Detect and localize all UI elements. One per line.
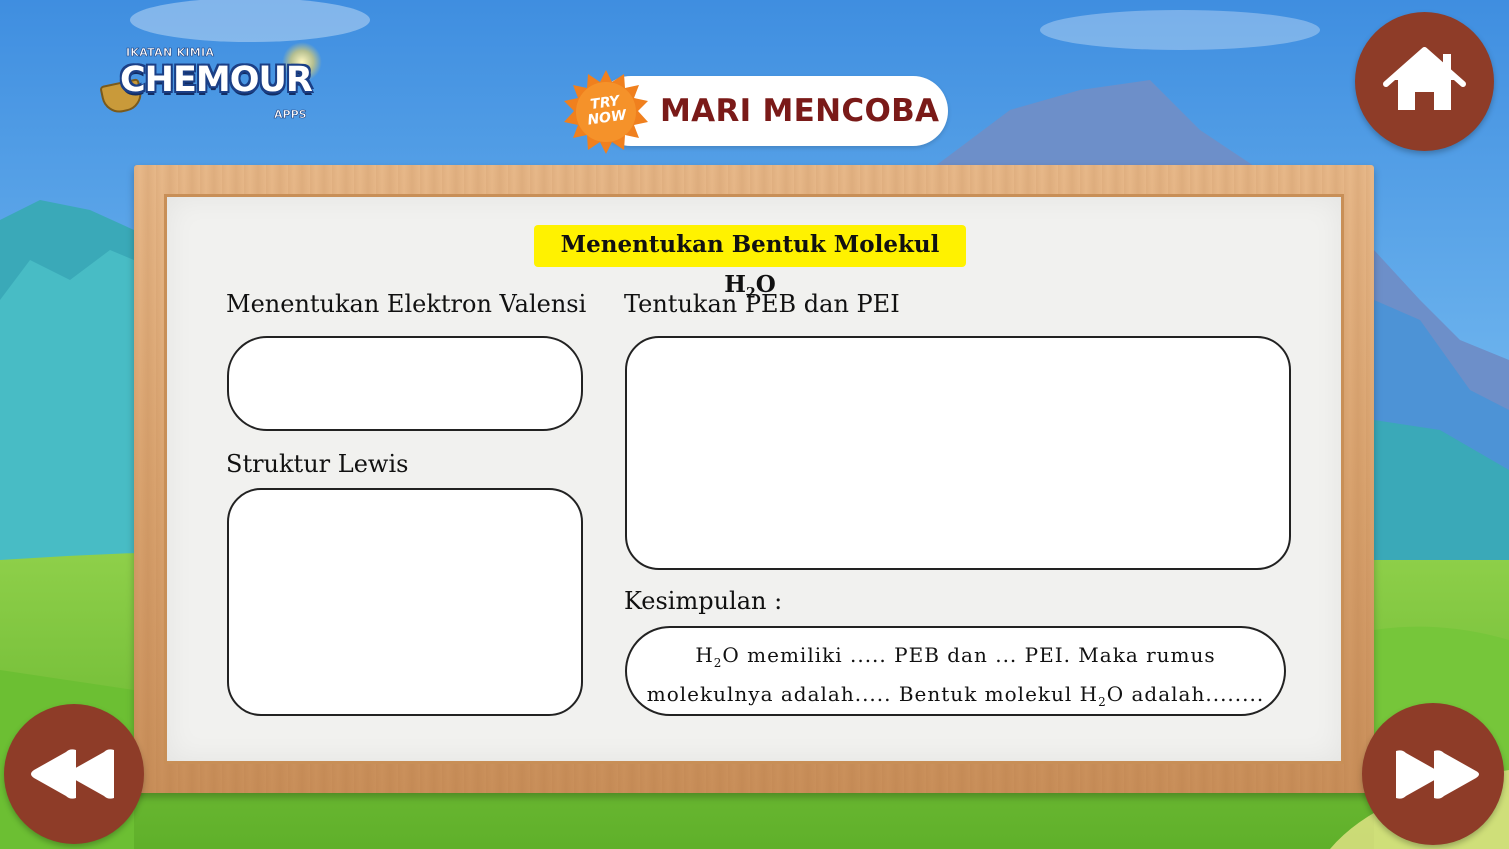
rewind-icon <box>31 749 114 799</box>
kes-line2-suffix: O adalah........ <box>1106 682 1265 706</box>
chemour-logo: IKATAN KIMIA CHEMOUR APPS <box>92 36 342 126</box>
kes-line2-prefix: molekulnya adalah..... Bentuk molekul H <box>646 682 1099 706</box>
next-button[interactable] <box>1362 703 1504 845</box>
activity-heading: Menentukan Bentuk Molekul H2O <box>534 225 966 302</box>
kes-line2-sub: 2 <box>1098 695 1107 709</box>
fast-forward-icon <box>1396 750 1479 799</box>
logo-tagline: IKATAN KIMIA <box>126 46 215 60</box>
previous-button[interactable] <box>4 704 144 844</box>
logo-sub: APPS <box>274 108 307 122</box>
activity-heading-text: Menentukan Bentuk Molekul H2O <box>534 225 966 302</box>
peb-pei-label: Tentukan PEB dan PEI <box>624 290 900 318</box>
home-button[interactable] <box>1355 12 1494 151</box>
kesimpulan-line-2: molekulnya adalah..... Bentuk molekul H2… <box>627 679 1284 718</box>
try-now-badge: TRY NOW <box>562 68 650 156</box>
kesimpulan-label: Kesimpulan : <box>624 587 783 615</box>
kesimpulan-text: H 2 O memiliki ..... PEB dan ... PEI. Maka… <box>627 640 1284 718</box>
page-title: MARI MENCOBA <box>660 93 940 129</box>
kesimpulan-line-1: H2O memiliki ..... PEB dan ... PEI. Maka… <box>627 640 1284 679</box>
lewis-label: Struktur Lewis <box>226 450 409 478</box>
lewis-answer-box[interactable] <box>227 488 583 716</box>
home-icon <box>1383 47 1466 110</box>
logo-name: CHEMOUR <box>120 60 313 100</box>
kesimpulan-box[interactable]: H 2 O memiliki ..... PEB dan ... PEI. Maka… <box>625 626 1286 716</box>
kes-line1-suffix: O memiliki ..... PEB dan ... PEI. Maka r… <box>722 643 1216 667</box>
valensi-answer-box[interactable] <box>227 336 583 431</box>
kes-line1-prefix: H <box>695 643 714 667</box>
valensi-label: Menentukan Elektron Valensi <box>226 290 587 318</box>
peb-pei-answer-box[interactable] <box>625 336 1291 570</box>
